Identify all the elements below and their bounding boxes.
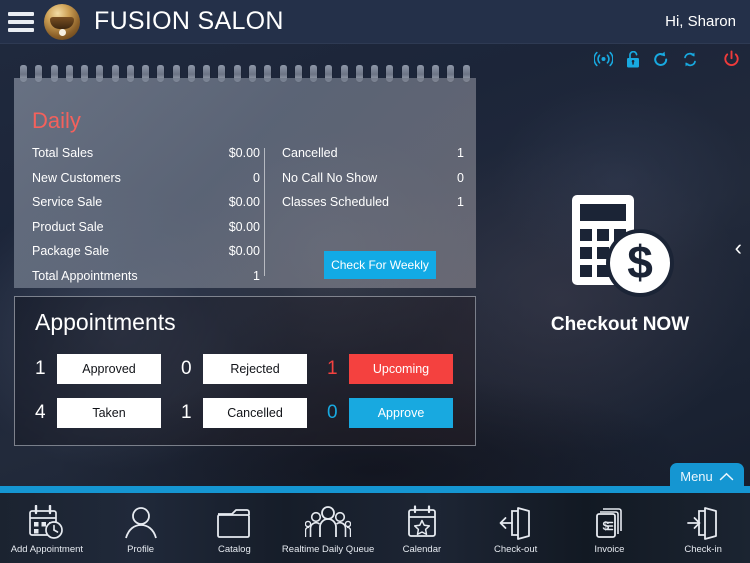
stat-row: New Customers 0 — [32, 171, 260, 196]
app-header: FUSION SALON Hi, Sharon — [0, 0, 750, 44]
stat-value: 1 — [457, 195, 464, 209]
rejected-button[interactable]: Rejected — [203, 354, 307, 384]
notepad-paper: Daily Total Sales $0.00 New Customers 0 … — [14, 78, 476, 288]
tab-calendar[interactable]: Calendar — [375, 493, 469, 563]
cancelled-button[interactable]: Cancelled — [203, 398, 307, 428]
stat-row: Service Sale $0.00 — [32, 195, 260, 220]
stat-value: 1 — [457, 146, 464, 160]
stat-label: New Customers — [32, 170, 121, 185]
stat-label: Cancelled — [282, 146, 338, 160]
salon-logo — [44, 3, 80, 40]
menu-tab-label: Menu — [680, 469, 713, 484]
appointment-count: 1 — [35, 358, 46, 379]
tab-add-appointment[interactable]: Add Appointment — [0, 493, 94, 563]
daily-title: Daily — [32, 108, 81, 133]
stat-row: No Call No Show 0 — [282, 171, 464, 196]
check-for-weekly-button[interactable]: Check For Weekly — [324, 251, 436, 279]
stat-value: 1 — [253, 268, 260, 283]
appointments-title: Appointments — [35, 309, 176, 335]
stat-label: Package Sale — [32, 244, 110, 258]
stat-row: Total Appointments 1 — [32, 269, 260, 289]
tab-label: Catalog — [218, 544, 251, 555]
stat-label: Total Sales — [32, 146, 94, 160]
tab-realtime-daily-queue[interactable]: Realtime Daily Queue — [281, 493, 375, 563]
appointments-card: Appointments 1 Approved 0 Rejected 1 Upc… — [14, 296, 476, 446]
hamburger-icon[interactable] — [6, 11, 36, 33]
approved-button[interactable]: Approved — [57, 354, 161, 384]
stat-row: Total Sales $0.00 — [32, 146, 260, 171]
stat-label: Service Sale — [32, 195, 103, 209]
approve-button[interactable]: Approve — [349, 398, 453, 428]
appointment-count: 1 — [327, 358, 338, 379]
appointments-grid: 1 Approved 0 Rejected 1 Upcoming 4 Taken… — [35, 354, 457, 428]
daily-summary-card: Daily Total Sales $0.00 New Customers 0 … — [14, 65, 476, 288]
stat-row: Product Sale $0.00 — [32, 220, 260, 245]
stat-value: $0.00 — [228, 244, 260, 258]
checkout-now-button[interactable]: $ Checkout NOW — [530, 193, 710, 336]
status-icon-row — [594, 44, 740, 74]
stat-row: Classes Scheduled 1 — [282, 195, 464, 220]
tab-label: Check-in — [684, 544, 722, 555]
sync-icon[interactable] — [682, 51, 698, 68]
unlocked-lock-icon[interactable] — [626, 50, 640, 68]
stat-value: 0 — [457, 170, 464, 185]
checkout-label: Checkout NOW — [550, 314, 690, 335]
appointment-count: 4 — [35, 402, 46, 423]
stat-row: Package Sale $0.00 — [32, 244, 260, 269]
tab-profile[interactable]: Profile — [94, 493, 188, 563]
calendar-star-icon — [407, 505, 436, 537]
tab-label: Invoice — [594, 544, 625, 555]
tab-catalog[interactable]: Catalog — [188, 493, 282, 563]
page-title: FUSION SALON — [94, 7, 284, 35]
stat-label: Product Sale — [32, 219, 104, 234]
tab-label: Profile — [127, 544, 155, 555]
chevron-left-icon[interactable]: ‹ — [735, 237, 742, 259]
stat-label: No Call No Show — [282, 170, 378, 185]
enter-right-door-icon — [687, 507, 718, 540]
people-group-icon — [305, 506, 352, 537]
stat-value: 0 — [253, 170, 260, 185]
appointment-count: 0 — [327, 402, 338, 423]
appointment-count: 1 — [181, 402, 192, 423]
power-icon[interactable] — [723, 50, 740, 68]
invoice-icon: $ — [596, 508, 623, 538]
upcoming-button[interactable]: Upcoming — [349, 354, 453, 384]
person-icon — [124, 507, 157, 539]
column-divider — [264, 148, 265, 276]
user-greeting: Hi, Sharon — [665, 13, 736, 30]
stat-value: $0.00 — [228, 219, 260, 234]
stat-row: Cancelled 1 — [282, 146, 464, 171]
stat-label: Classes Scheduled — [282, 195, 390, 209]
calculator-dollar-icon: $ — [572, 195, 674, 297]
stat-label: Total Appointments — [32, 268, 138, 283]
bottom-navigation-bar: Add Appointment Profile Catalog Realtime… — [0, 493, 750, 563]
tab-label: Check-out — [493, 544, 538, 555]
stat-value: $0.00 — [228, 146, 260, 160]
daily-right-stats: Cancelled 1 No Call No Show 0 Classes Sc… — [282, 146, 464, 220]
refresh-icon[interactable] — [653, 51, 669, 68]
tab-invoice[interactable]: $ Invoice — [563, 493, 657, 563]
exit-left-door-icon — [499, 507, 530, 540]
stat-value: $0.00 — [228, 195, 260, 209]
accent-stripe — [0, 486, 750, 493]
tab-label: Add Appointment — [10, 544, 84, 555]
tab-label: Calendar — [402, 544, 442, 555]
app-root: FUSION SALON Hi, Sharon Daily Total Sale… — [0, 0, 750, 563]
calendar-clock-icon — [29, 505, 63, 539]
chevron-up-icon — [719, 472, 734, 481]
svg-text:$: $ — [627, 236, 653, 288]
daily-left-stats: Total Sales $0.00 New Customers 0 Servic… — [32, 146, 260, 288]
taken-button[interactable]: Taken — [57, 398, 161, 428]
tab-label: Realtime Daily Queue — [281, 544, 375, 555]
tab-check-in[interactable]: Check-in — [656, 493, 750, 563]
folder-icon — [217, 509, 251, 538]
tab-check-out[interactable]: Check-out — [469, 493, 563, 563]
broadcast-icon[interactable] — [594, 51, 613, 67]
appointment-count: 0 — [181, 358, 192, 379]
